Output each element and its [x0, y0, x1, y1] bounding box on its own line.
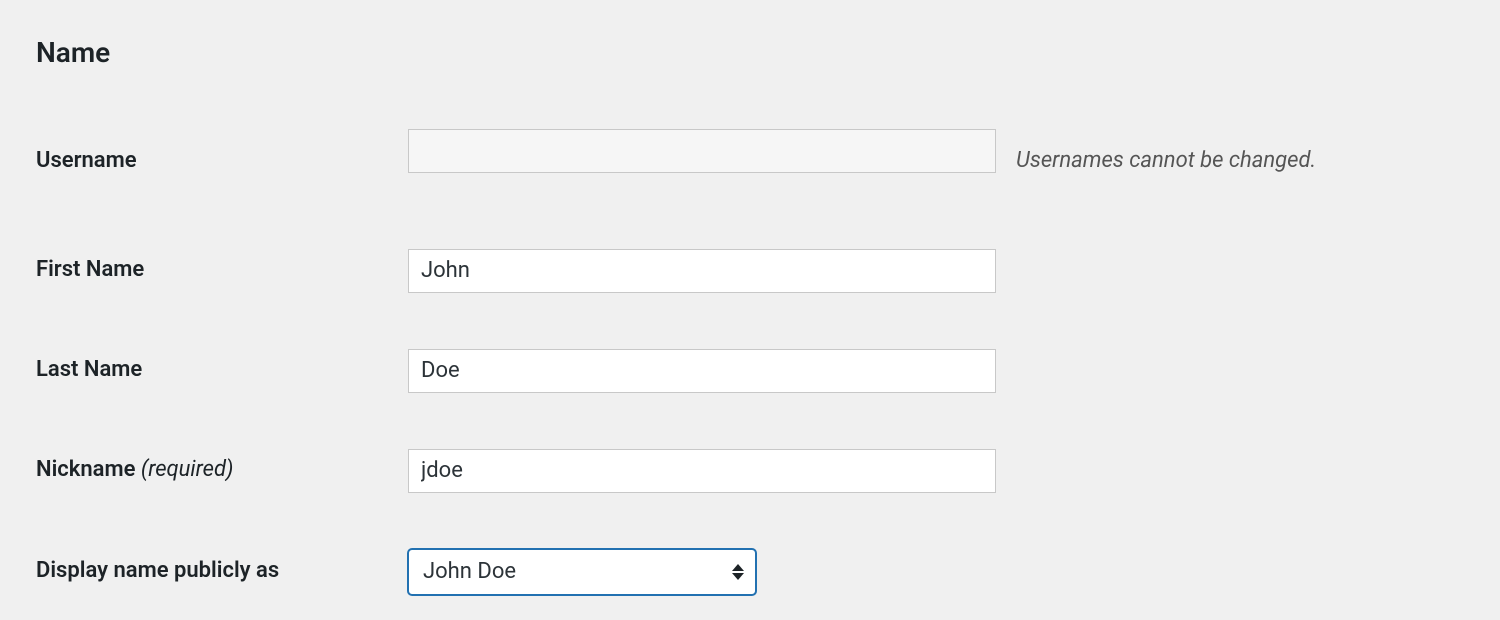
- nickname-field[interactable]: [408, 449, 996, 493]
- first-name-field[interactable]: [408, 249, 996, 293]
- last-name-field[interactable]: [408, 349, 996, 393]
- last-name-row: Last Name: [36, 349, 1464, 393]
- first-name-row: First Name: [36, 249, 1464, 293]
- nickname-required: (required): [141, 457, 234, 482]
- last-name-label: Last Name: [36, 356, 408, 385]
- nickname-label-text: Nickname: [36, 457, 135, 482]
- first-name-label: First Name: [36, 256, 408, 285]
- nickname-row: Nickname (required): [36, 449, 1464, 493]
- display-name-row: Display name publicly as John Doe: [36, 549, 1464, 595]
- display-name-select[interactable]: John Doe: [408, 549, 756, 595]
- username-field: [408, 129, 996, 173]
- nickname-label: Nickname (required): [36, 456, 408, 485]
- username-description: Usernames cannot be changed.: [996, 148, 1316, 173]
- username-label: Username: [36, 147, 408, 176]
- section-title: Name: [36, 36, 1464, 69]
- username-row: Username Usernames cannot be changed.: [36, 129, 1464, 193]
- display-name-label: Display name publicly as: [36, 557, 408, 586]
